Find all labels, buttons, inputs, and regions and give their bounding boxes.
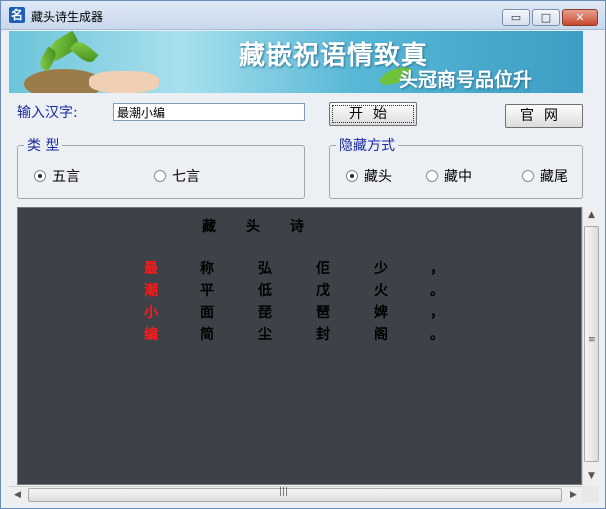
poem-title: 藏头诗 xyxy=(202,219,334,235)
scrollbar-corner xyxy=(582,486,599,503)
poem-char: 琶 xyxy=(316,305,330,321)
title-bar[interactable]: 名 藏头诗生成器 ▭ □ ✕ xyxy=(1,1,605,30)
poem-char: 面 xyxy=(200,305,214,321)
poem-char: 简 xyxy=(200,327,214,343)
scroll-up-icon[interactable]: ▲ xyxy=(583,207,600,224)
poem-char: 婢 xyxy=(374,305,388,321)
radio-hide-head[interactable]: 藏头 xyxy=(346,166,392,186)
website-button[interactable]: 官网 xyxy=(505,104,583,128)
hide-method-group: 隐藏方式 藏头 藏中 藏尾 xyxy=(329,135,583,199)
poem-char: 称 xyxy=(200,261,214,277)
poem-char: 阁 xyxy=(374,327,388,343)
type-group: 类 型 五言 七言 xyxy=(17,135,305,199)
poem-punct: 。 xyxy=(430,283,444,299)
radio-label: 藏头 xyxy=(364,169,392,185)
poem-head-char: 潮 xyxy=(144,283,158,299)
radio-label: 五言 xyxy=(52,169,80,185)
radio-label: 藏尾 xyxy=(540,169,568,185)
radio-label: 七言 xyxy=(172,169,200,185)
radio-hide-tail[interactable]: 藏尾 xyxy=(522,166,568,186)
app-window: 名 藏头诗生成器 ▭ □ ✕ 藏嵌祝语情致真 头冠商号品位升 输入汉字: 最潮小… xyxy=(0,0,606,509)
poem-char: 少 xyxy=(374,261,388,277)
poem-punct: ， xyxy=(430,261,444,277)
radio-unselected-icon xyxy=(154,170,166,182)
poem-head-char: 小 xyxy=(144,305,158,321)
maximize-button[interactable]: □ xyxy=(532,9,560,26)
poem-char: 尘 xyxy=(258,327,272,343)
radio-seven-char[interactable]: 七言 xyxy=(154,166,200,186)
scroll-grip-icon: ||| xyxy=(279,487,289,497)
poem-char: 琵 xyxy=(258,305,272,321)
horizontal-scroll-thumb[interactable] xyxy=(28,488,562,502)
hand-decoration xyxy=(89,71,159,93)
leaf-icon xyxy=(69,38,99,66)
poem-punct: 。 xyxy=(430,327,444,343)
chinese-text-input[interactable]: 最潮小编 xyxy=(113,103,305,121)
radio-five-char[interactable]: 五言 xyxy=(34,166,80,186)
app-icon: 名 xyxy=(9,7,25,23)
poem-char: 平 xyxy=(200,283,214,299)
radio-unselected-icon xyxy=(522,170,534,182)
radio-selected-icon xyxy=(34,170,46,182)
poem-output-area[interactable]: 藏头诗 最 称 弘 佢 少 ， 潮 平 低 戊 火 。 小 面 琵 琶 婢 ， … xyxy=(17,207,582,485)
radio-label: 藏中 xyxy=(444,169,472,185)
poem-char: 火 xyxy=(374,283,388,299)
scroll-down-icon[interactable]: ▼ xyxy=(583,468,600,485)
start-button[interactable]: 开始 xyxy=(329,102,417,126)
banner-image: 藏嵌祝语情致真 头冠商号品位升 xyxy=(9,31,583,93)
input-label: 输入汉字: xyxy=(17,105,78,121)
poem-char: 封 xyxy=(316,327,330,343)
scroll-left-icon[interactable]: ◀ xyxy=(9,487,26,504)
poem-head-char: 最 xyxy=(144,261,158,277)
poem-char: 戊 xyxy=(316,283,330,299)
radio-unselected-icon xyxy=(426,170,438,182)
close-button[interactable]: ✕ xyxy=(562,9,598,26)
window-title: 藏头诗生成器 xyxy=(31,10,104,24)
poem-char: 弘 xyxy=(258,261,272,277)
poem-punct: ， xyxy=(430,305,444,321)
scroll-right-icon[interactable]: ▶ xyxy=(565,487,582,504)
poem-char: 低 xyxy=(258,283,272,299)
vertical-scrollbar[interactable]: ▲ ≡ ▼ xyxy=(582,207,600,485)
minimize-button[interactable]: ▭ xyxy=(502,9,530,26)
radio-hide-middle[interactable]: 藏中 xyxy=(426,166,472,186)
poem-char: 佢 xyxy=(316,261,330,277)
type-group-legend: 类 型 xyxy=(24,135,63,155)
poem-head-char: 编 xyxy=(144,327,158,343)
horizontal-scrollbar[interactable]: ◀ ||| ▶ xyxy=(9,486,582,504)
radio-selected-icon xyxy=(346,170,358,182)
scroll-grip-icon: ≡ xyxy=(588,335,596,345)
hide-method-legend: 隐藏方式 xyxy=(336,135,398,155)
banner-slogan-2: 头冠商号品位升 xyxy=(399,69,533,91)
